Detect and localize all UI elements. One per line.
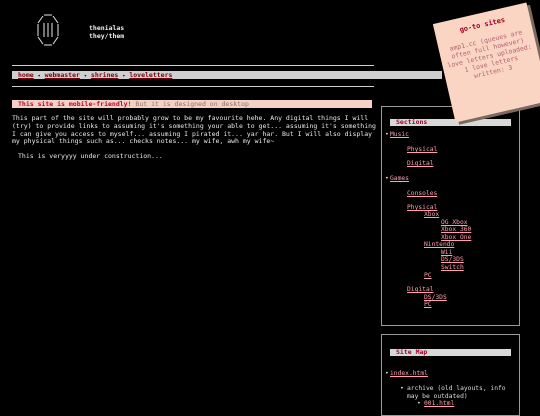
section-games[interactable]: Games <box>390 175 409 183</box>
section-nintendo[interactable]: Nintendo <box>424 241 454 249</box>
section-xbox-360[interactable]: Xbox 360 <box>441 226 471 234</box>
sticky-body: amp1.cc (queues are often full however) … <box>446 28 533 81</box>
sections-title: Sections <box>390 119 511 126</box>
bullet: • <box>417 400 421 407</box>
nav-link-webmaster[interactable]: webmaster <box>45 71 80 79</box>
section-pc[interactable]: PC <box>424 272 432 280</box>
site-pronouns: they/them <box>89 32 125 40</box>
sections-panel: Sections • Music Physical Digital • Game… <box>381 106 520 326</box>
nav-separator: ✦ <box>37 73 41 79</box>
logo-icon <box>37 14 59 46</box>
header-divider <box>12 65 374 66</box>
site-header-text: thenialas they/them <box>89 24 124 40</box>
sitemap-title: Site Map <box>390 349 511 356</box>
nav-link-loveletters[interactable]: loveletters <box>129 71 172 79</box>
notice-bold: This site is mobile-friendly! <box>18 100 132 108</box>
notice-rest: But it is designed on desktop <box>135 100 249 108</box>
nav-separator: ✦ <box>122 73 126 79</box>
section-xbox[interactable]: Xbox <box>424 211 439 219</box>
bullet: • <box>385 370 389 377</box>
mobile-notice: This site is mobile-friendly! But it is … <box>12 100 372 108</box>
section-switch[interactable]: Switch <box>441 264 464 272</box>
section-digital-pc[interactable]: PC <box>424 301 432 309</box>
sitemap-archive-001[interactable]: 001.html <box>424 400 454 408</box>
section-ds3ds[interactable]: DS/3DS <box>441 256 464 264</box>
nav-link-shrines[interactable]: shrines <box>91 71 118 79</box>
site-name: thenialas <box>89 24 125 32</box>
intro-paragraph: This part of the site will probably grow… <box>12 114 376 146</box>
section-games-digital[interactable]: Digital <box>407 286 434 294</box>
nav-separator: ✦ <box>83 73 87 79</box>
section-music[interactable]: Music <box>390 131 409 139</box>
section-consoles[interactable]: Consoles <box>407 190 437 198</box>
section-music-digital[interactable]: Digital <box>407 160 434 168</box>
go-to-sites-note: go-to sites amp1.cc (queues are often fu… <box>432 2 540 123</box>
sitemap-index-link[interactable]: index.html <box>390 370 428 378</box>
bullet: • <box>400 385 404 392</box>
nav-divider <box>12 86 374 87</box>
nav-link-home[interactable]: home <box>18 71 34 79</box>
bullet: • <box>385 175 389 182</box>
construction-note: This is veryyyy under construction... <box>18 152 163 160</box>
section-music-physical[interactable]: Physical <box>407 146 437 154</box>
nav-bar: home ✦ webmaster ✦ shrines ✦ loveletters <box>12 71 442 79</box>
bullet: • <box>385 131 389 138</box>
sitemap-panel: Site Map • index.html • archive (old lay… <box>381 334 520 416</box>
site-logo <box>36 14 60 46</box>
sitemap-archive: archive (old layouts, info may be outdat… <box>407 385 506 400</box>
